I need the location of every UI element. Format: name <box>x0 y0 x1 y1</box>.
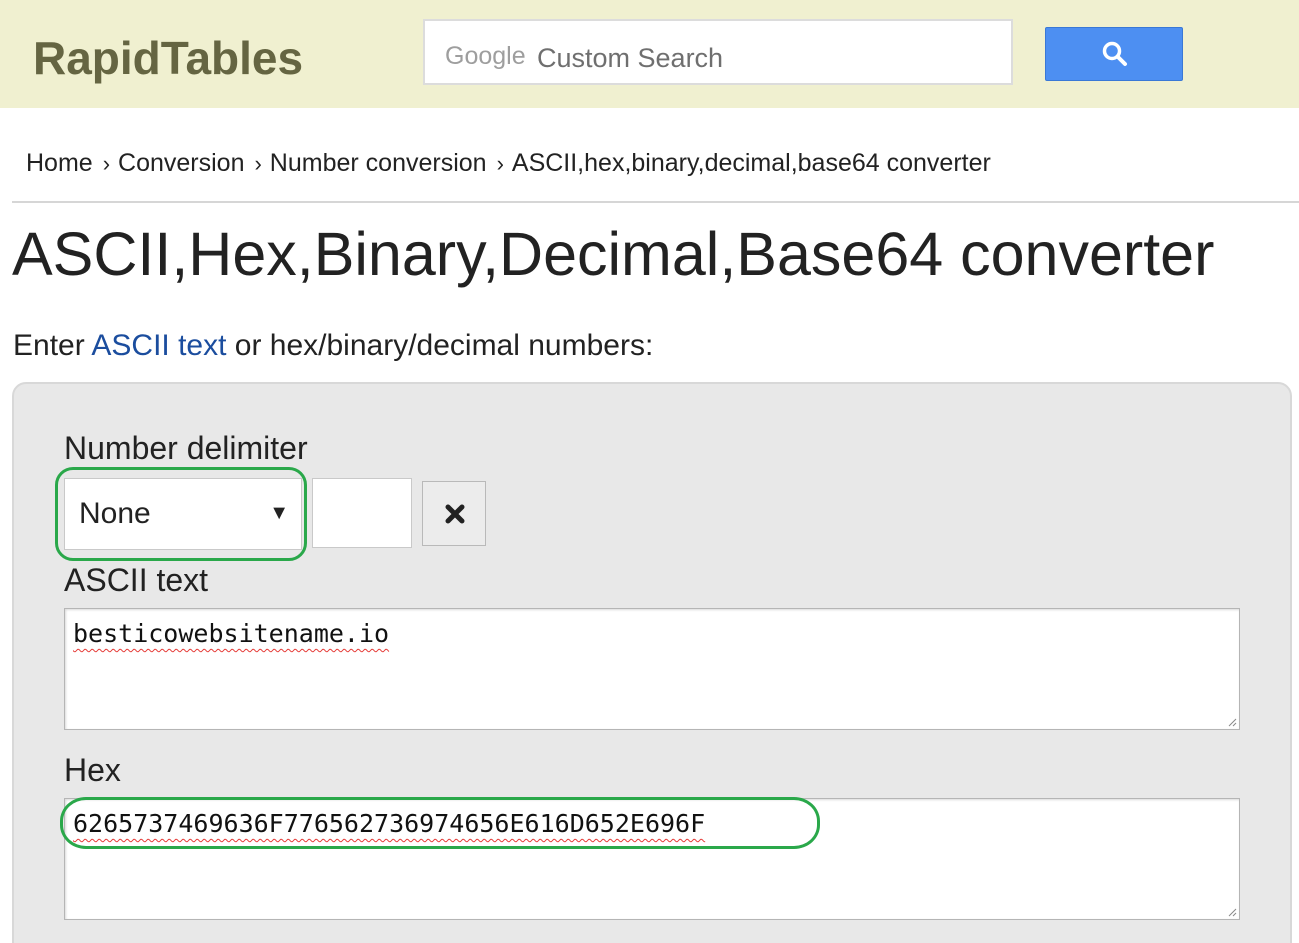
search-input[interactable]: Google Custom Search <box>423 19 1013 85</box>
site-header: RapidTables Google Custom Search <box>0 0 1299 108</box>
breadcrumb-current[interactable]: ASCII,hex,binary,decimal,base64 converte… <box>512 149 991 177</box>
custom-delimiter-input[interactable] <box>312 478 412 548</box>
ascii-text-label: ASCII text <box>64 562 209 598</box>
search-icon <box>1102 41 1127 66</box>
google-brand-label: Google <box>445 42 526 70</box>
ascii-textarea[interactable]: besticowebsitename.io <box>64 608 1240 730</box>
breadcrumb: Home › Conversion › Number conversion › ASCII,… <box>26 147 991 180</box>
site-logo[interactable]: RapidTables <box>33 30 303 86</box>
intro-prefix: Enter <box>13 329 92 362</box>
intro-suffix: or hex/binary/decimal numbers: <box>226 329 654 362</box>
breadcrumb-number-conversion[interactable]: Number conversion <box>270 149 487 177</box>
resize-grip-icon[interactable] <box>1227 717 1237 727</box>
ascii-text-link[interactable]: ASCII text <box>91 329 226 362</box>
intro-text: Enter ASCII text or hex/binary/decimal n… <box>13 326 653 366</box>
breadcrumb-home[interactable]: Home <box>26 149 93 177</box>
breadcrumb-divider <box>12 201 1299 203</box>
close-icon <box>445 504 465 524</box>
search-button[interactable] <box>1045 27 1183 81</box>
breadcrumb-separator: › <box>496 151 504 176</box>
delimiter-select[interactable]: None ▼ <box>64 478 302 550</box>
breadcrumb-separator: › <box>102 151 111 176</box>
breadcrumb-conversion[interactable]: Conversion <box>118 149 244 177</box>
clear-button[interactable] <box>422 481 486 546</box>
resize-grip-icon[interactable] <box>1227 907 1237 917</box>
page-title: ASCII,Hex,Binary,Decimal,Base64 converte… <box>12 220 1215 288</box>
breadcrumb-separator: › <box>254 151 262 176</box>
ascii-text-value: besticowebsitename.io <box>73 619 390 648</box>
delimiter-selected-value: None <box>79 497 151 530</box>
dropdown-arrow-icon: ▼ <box>269 502 289 524</box>
hex-label: Hex <box>64 752 121 788</box>
page: RapidTables Google Custom Search Home › Co… <box>0 0 1299 943</box>
delimiter-label: Number delimiter <box>64 430 308 466</box>
search-placeholder: Custom Search <box>537 43 724 73</box>
hex-value: 6265737469636F776562736974656E616D652E69… <box>73 809 706 838</box>
hex-textarea[interactable]: 6265737469636F776562736974656E616D652E69… <box>64 798 1240 920</box>
